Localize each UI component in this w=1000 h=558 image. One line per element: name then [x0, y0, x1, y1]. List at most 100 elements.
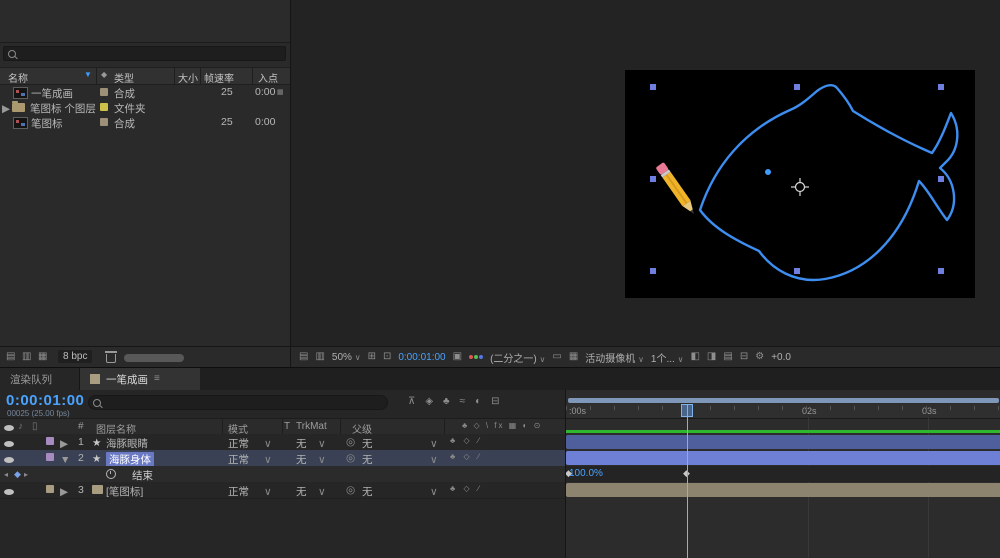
layer-row-2[interactable]: ▼ 2 ★ 海豚身体 正常 ∨ 无 ∨ ◎ 无 ∨ ♣ ◇ ∕: [0, 450, 565, 467]
timeline-search[interactable]: [88, 395, 388, 410]
draft-3d-icon[interactable]: ◈: [425, 397, 433, 407]
bit-depth-button[interactable]: 8 bpc: [58, 350, 92, 363]
parent-dropdown[interactable]: 无: [362, 484, 373, 499]
project-panel-icon[interactable]: ▤: [6, 352, 15, 362]
pickwhip-icon[interactable]: ◎: [346, 437, 355, 448]
prev-keyframe-icon[interactable]: ◂: [4, 470, 8, 479]
time-ruler[interactable]: :00s 02s 03s: [566, 404, 1000, 419]
time-navigator-bar[interactable]: [568, 398, 999, 403]
col-inpoint[interactable]: 入点: [258, 70, 278, 85]
visibility-eye-icon[interactable]: [4, 457, 14, 463]
layer-switches-icons[interactable]: ♣ ◇ ∕: [450, 452, 482, 461]
col-fps[interactable]: 帧速率: [204, 70, 234, 85]
visibility-eye-icon[interactable]: [4, 441, 14, 447]
col-t[interactable]: T: [284, 421, 290, 432]
chevron-down-icon[interactable]: ∨: [318, 454, 326, 466]
col-type[interactable]: 类型: [114, 70, 134, 85]
view-layout-dropdown[interactable]: 1个... ∨: [651, 350, 684, 365]
label-color-swatch[interactable]: [100, 118, 108, 126]
exposure-value[interactable]: +0.0: [771, 352, 791, 363]
trash-icon[interactable]: [106, 354, 116, 363]
add-keyframe-icon[interactable]: ◆: [14, 469, 21, 480]
layer-color-swatch[interactable]: [46, 453, 54, 461]
layer-switches-icons[interactable]: ♣ ◇ ∕: [450, 484, 482, 493]
chevron-down-icon[interactable]: ∨: [430, 438, 438, 450]
playhead-line[interactable]: [687, 404, 688, 558]
chevron-down-icon[interactable]: ∨: [264, 454, 272, 466]
graph-editor-icon[interactable]: ⊟: [491, 397, 499, 407]
project-item-row[interactable]: 笔图标 合成 25 0:00: [0, 115, 290, 130]
chevron-down-icon[interactable]: ∨: [264, 486, 272, 498]
twirl-icon[interactable]: ▶: [60, 438, 68, 450]
comp-current-time[interactable]: 0:00:01:00: [398, 352, 445, 363]
region-of-interest-icon[interactable]: ▭: [552, 352, 561, 362]
stopwatch-icon[interactable]: [106, 469, 116, 479]
parent-dropdown[interactable]: 无: [362, 436, 373, 451]
frame-blend-icon[interactable]: ≈: [460, 397, 466, 407]
panel-menu-icon[interactable]: ≡: [154, 374, 160, 384]
chevron-down-icon[interactable]: ∨: [430, 454, 438, 466]
property-name[interactable]: 结束: [132, 468, 153, 483]
project-column-header[interactable]: 名称 ▼ ◆ 类型 大小 帧速率 入点: [0, 67, 290, 85]
property-value[interactable]: 100.0%: [569, 468, 603, 479]
layer-row-1[interactable]: ▶ 1 ★ 海豚眼睛 正常 ∨ 无 ∨ ◎ 无 ∨ ♣ ◇ ∕: [0, 434, 565, 451]
layer-switches-icons[interactable]: ♣ ◇ ∕: [450, 436, 482, 445]
anchor-point-icon[interactable]: [791, 178, 809, 196]
layer-name[interactable]: 海豚眼睛: [106, 436, 148, 451]
transparency-grid-icon[interactable]: ▦: [569, 352, 578, 362]
trkmat-dropdown[interactable]: 无: [296, 484, 307, 499]
reset-exposure-gear-icon[interactable]: ⚙: [755, 352, 764, 362]
project-item-row[interactable]: 一笔成画 合成 25 0:00 ▦: [0, 85, 290, 100]
project-item-row[interactable]: ▶ 笔图标 个图层 文件夹: [0, 100, 290, 115]
next-keyframe-icon[interactable]: ▸: [24, 470, 28, 479]
mode-dropdown[interactable]: 正常: [228, 452, 249, 467]
composition-viewer-canvas[interactable]: [625, 70, 975, 298]
col-size[interactable]: 大小: [178, 70, 198, 85]
fast-previews-icon[interactable]: ◨: [707, 352, 716, 362]
pickwhip-icon[interactable]: ◎: [346, 453, 355, 464]
timeline-button-icon[interactable]: ▤: [723, 352, 732, 362]
show-channel-icon[interactable]: [469, 355, 483, 359]
always-preview-icon[interactable]: ▤: [299, 352, 308, 362]
col-trkmat[interactable]: TrkMat: [296, 421, 327, 432]
layer-duration-bar-2[interactable]: [566, 451, 1000, 465]
twirl-icon[interactable]: ▼: [60, 454, 70, 466]
label-column-icon[interactable]: ◆: [101, 70, 107, 79]
col-name[interactable]: 名称: [8, 70, 28, 85]
visibility-eye-icon[interactable]: [4, 489, 14, 495]
pixel-aspect-icon[interactable]: ◧: [690, 352, 699, 362]
tab-composition[interactable]: 一笔成画 ≡: [80, 368, 200, 390]
pickwhip-icon[interactable]: ◎: [346, 485, 355, 496]
camera-dropdown[interactable]: 活动摄像机 ∨: [585, 350, 644, 365]
property-row-end[interactable]: ◂ ◆ ▸ 结束: [0, 466, 565, 483]
new-folder-icon[interactable]: ▥: [22, 352, 31, 362]
label-color-swatch[interactable]: [100, 88, 108, 96]
grid-guides-icon[interactable]: ⊞: [368, 352, 376, 362]
motion-blur-icon[interactable]: ◐: [475, 397, 481, 407]
resolution-dropdown[interactable]: (二分之一) ∨: [490, 350, 545, 365]
layer-color-swatch[interactable]: [46, 485, 54, 493]
mode-dropdown[interactable]: 正常: [228, 484, 249, 499]
col-number[interactable]: #: [78, 421, 84, 432]
layer-name[interactable]: [笔图标]: [106, 484, 143, 499]
magnification-dropdown[interactable]: 50% ∨: [332, 352, 361, 363]
snapshot-camera-icon[interactable]: ▣: [453, 352, 462, 362]
chevron-down-icon[interactable]: ∨: [264, 438, 272, 450]
chevron-down-icon[interactable]: ∨: [318, 438, 326, 450]
twirl-icon[interactable]: ▶: [60, 486, 68, 498]
label-color-swatch[interactable]: [100, 103, 108, 111]
main-viewer-icon[interactable]: ▥: [315, 352, 324, 362]
item-name[interactable]: 笔图标: [31, 116, 63, 131]
trkmat-dropdown[interactable]: 无: [296, 452, 307, 467]
flowchart-icon[interactable]: ⊟: [740, 352, 748, 362]
layer-color-swatch[interactable]: [46, 437, 54, 445]
timeline-current-time[interactable]: 0:00:01:00: [6, 392, 84, 409]
twirl-icon[interactable]: ▶: [2, 103, 10, 115]
property-keyframe-track[interactable]: ◆ ◆: [566, 466, 1000, 482]
layer-duration-bar-3[interactable]: [566, 483, 1000, 497]
layer-row-3[interactable]: ▶ 3 [笔图标] 正常 ∨ 无 ∨ ◎ 无 ∨ ♣ ◇ ∕: [0, 482, 565, 499]
item-name[interactable]: 笔图标 个图层: [30, 101, 96, 116]
hide-shy-icon[interactable]: ♣: [443, 397, 450, 407]
project-search-input[interactable]: [20, 48, 281, 59]
item-name[interactable]: 一笔成画: [31, 86, 73, 101]
